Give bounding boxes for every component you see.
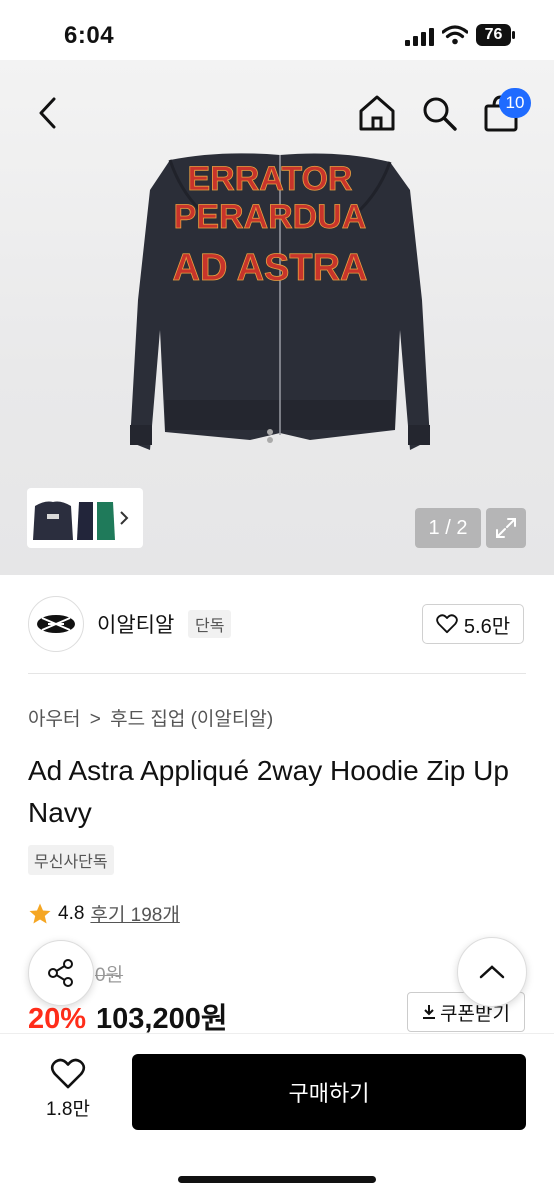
variant-thumbnail-image — [33, 501, 115, 540]
home-indicator — [178, 1176, 376, 1183]
product-image: ERRATOR PERARDUA AD ASTRA — [130, 153, 430, 451]
brand-like-count: 5.6만 — [463, 615, 511, 638]
print-line-3: AD ASTRA — [173, 247, 368, 289]
sale-price: 103,200원 — [96, 1003, 228, 1035]
breadcrumb-subcategory[interactable]: 후드 집업 (이알티알) — [110, 709, 273, 730]
cart-count-badge: 10 — [499, 88, 531, 118]
cellular-signal-icon — [405, 28, 434, 46]
expand-image-button[interactable] — [486, 508, 526, 548]
product-title: Ad Astra Appliqué 2way Hoodie Zip Up Nav… — [28, 755, 509, 828]
chevron-right-icon — [120, 511, 129, 525]
brand-like-button[interactable]: 5.6만 — [422, 604, 524, 644]
product-like-count: 1.8만 — [46, 1099, 90, 1120]
rating-row: 4.8 후기 198개 — [28, 900, 180, 927]
breadcrumb: 아우터 > 후드 집업 (이알티알) — [28, 704, 273, 731]
review-count-link[interactable]: 후기 198개 — [90, 900, 179, 927]
status-time: 6:04 — [64, 22, 115, 49]
breadcrumb-separator: > — [89, 709, 101, 730]
color-variant-thumbnails[interactable] — [27, 488, 143, 548]
divider — [28, 673, 526, 674]
print-line-1: ERRATOR — [188, 160, 353, 198]
back-icon[interactable] — [34, 95, 64, 131]
star-icon — [29, 903, 51, 923]
search-icon[interactable] — [418, 92, 460, 134]
wifi-icon — [442, 25, 468, 45]
share-icon — [48, 959, 73, 987]
breadcrumb-category[interactable]: 아우터 — [28, 709, 80, 730]
store-exclusive-tag: 무신사단독 — [28, 845, 114, 875]
buy-button[interactable]: 구매하기 — [132, 1054, 526, 1130]
print-line-2: PERARDUA — [174, 198, 367, 236]
discount-rate: 20% — [28, 1003, 87, 1035]
heart-icon — [50, 1058, 86, 1089]
expand-icon — [496, 518, 516, 538]
exclusive-badge: 단독 — [188, 610, 232, 638]
brand-logo-icon — [37, 615, 75, 633]
product-like-button[interactable]: 1.8만 — [36, 1058, 100, 1121]
image-counter: 1 / 2 — [415, 508, 481, 548]
brand-logo[interactable] — [28, 596, 84, 652]
original-price: 0원 — [95, 965, 124, 986]
share-button[interactable] — [28, 940, 94, 1006]
scroll-top-button[interactable] — [457, 937, 527, 1007]
download-icon — [423, 1005, 436, 1019]
battery-indicator: 76 — [476, 24, 516, 46]
chevron-up-icon — [479, 965, 505, 979]
home-icon[interactable] — [356, 92, 398, 134]
brand-name[interactable]: 이알티알 — [97, 609, 174, 639]
heart-icon — [436, 614, 458, 634]
battery-level: 76 — [484, 26, 503, 43]
rating-value: 4.8 — [58, 902, 85, 924]
